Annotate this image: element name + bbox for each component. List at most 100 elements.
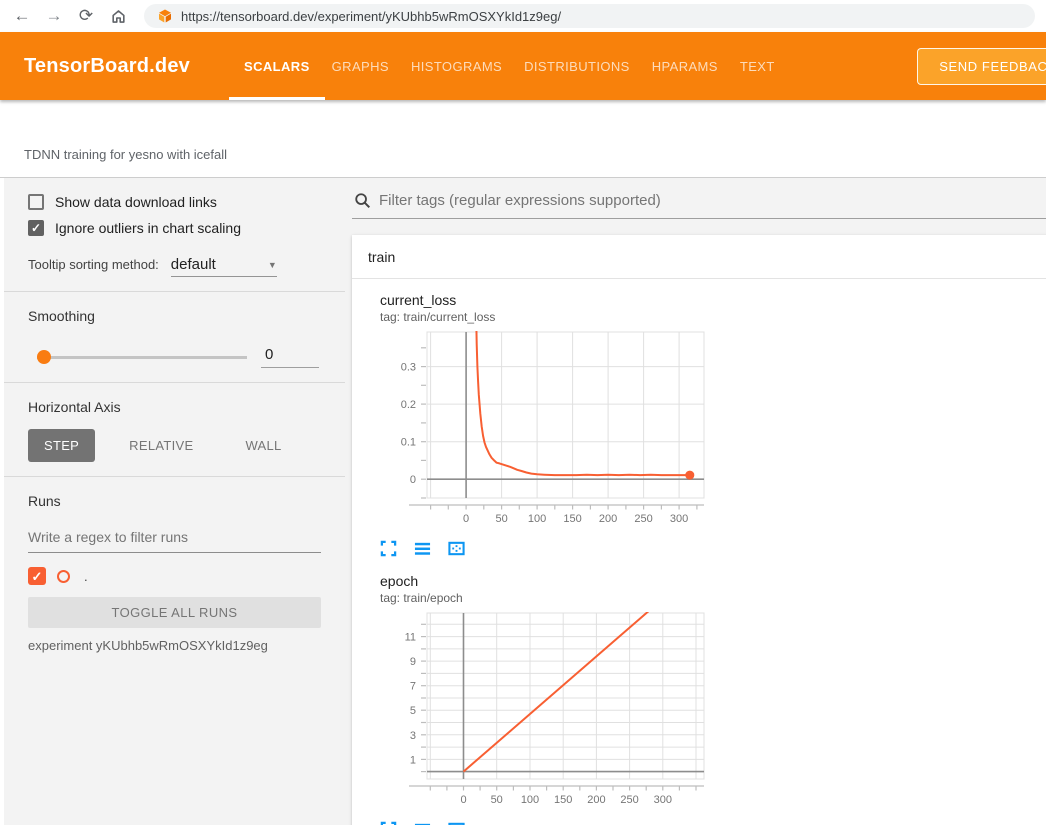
slider-thumb[interactable] <box>37 350 51 364</box>
run-name: . <box>84 569 88 584</box>
line-chart[interactable]: 0501001502002503001357911 <box>365 612 705 812</box>
tab-graphs[interactable]: GRAPHS <box>332 32 389 100</box>
log-scale-icon[interactable] <box>414 540 431 557</box>
expand-icon[interactable] <box>380 540 397 557</box>
tooltip-sorting-row: Tooltip sorting method: default ▼ <box>28 256 321 277</box>
address-bar[interactable]: https://tensorboard.dev/experiment/yKUbh… <box>144 4 1035 28</box>
reload-icon[interactable]: ⟳ <box>72 3 100 29</box>
svg-text:150: 150 <box>563 513 581 525</box>
axis-step-button[interactable]: STEP <box>28 429 95 462</box>
svg-text:100: 100 <box>521 794 539 806</box>
train-group-label: train <box>368 249 395 265</box>
svg-text:250: 250 <box>620 794 638 806</box>
charts-grid: current_loss tag: train/current_loss 0 50… <box>352 279 1046 825</box>
url-text: https://tensorboard.dev/experiment/yKUbh… <box>181 9 561 24</box>
svg-text:50: 50 <box>491 794 503 806</box>
svg-text:0: 0 <box>460 794 466 806</box>
svg-text:11: 11 <box>405 632 416 644</box>
svg-text:200: 200 <box>587 794 605 806</box>
tab-text[interactable]: TEXT <box>740 32 775 100</box>
show-download-links-label: Show data download links <box>55 194 217 210</box>
svg-text:3: 3 <box>410 730 416 742</box>
line-chart[interactable]: 0 50 100 150 200 250 300 0 0.1 0.2 0.3 <box>365 331 705 531</box>
svg-text:0.2: 0.2 <box>401 399 416 411</box>
tooltip-sorting-label: Tooltip sorting method: <box>28 257 159 272</box>
runs-section: Runs ✓ . TOGGLE ALL RUNS experiment yKUb… <box>4 477 345 667</box>
chart-actions <box>380 540 705 557</box>
smoothing-label: Smoothing <box>28 308 321 324</box>
horizontal-axis-section: Horizontal Axis STEP RELATIVE WALL <box>4 383 345 477</box>
train-group-header[interactable]: train <box>352 235 1046 279</box>
chart-title: epoch <box>380 573 705 589</box>
ignore-outliers-label: Ignore outliers in chart scaling <box>55 220 241 236</box>
svg-text:0: 0 <box>410 474 416 486</box>
content-area: Show data download links ✓ Ignore outlie… <box>0 178 1046 825</box>
fit-domain-icon[interactable] <box>448 540 465 557</box>
tooltip-sorting-value: default <box>171 256 216 273</box>
tag-filter-row <box>352 190 1046 219</box>
back-icon[interactable]: ← <box>8 3 36 29</box>
horizontal-axis-label: Horizontal Axis <box>28 399 321 415</box>
home-icon[interactable] <box>104 3 132 29</box>
slider-track <box>37 356 247 359</box>
tab-distributions[interactable]: DISTRIBUTIONS <box>524 32 630 100</box>
svg-text:0.3: 0.3 <box>401 362 416 374</box>
show-download-links-checkbox[interactable]: Show data download links <box>28 194 321 210</box>
checkbox-unchecked-icon <box>28 194 44 210</box>
search-icon <box>354 192 371 209</box>
svg-text:250: 250 <box>634 513 652 525</box>
smoothing-slider[interactable] <box>37 350 247 364</box>
scalars-main: train current_loss tag: train/current_lo… <box>345 178 1046 825</box>
tab-bar: SCALARS GRAPHS HISTOGRAMS DISTRIBUTIONS … <box>244 32 797 100</box>
svg-text:7: 7 <box>410 681 416 693</box>
run-list-item: ✓ . <box>28 567 321 585</box>
experiment-title: TDNN training for yesno with icefall <box>24 147 227 162</box>
toggle-all-runs-button[interactable]: TOGGLE ALL RUNS <box>28 597 321 628</box>
send-feedback-button[interactable]: SEND FEEDBACK <box>917 48 1046 85</box>
svg-text:300: 300 <box>654 794 672 806</box>
chart-card-current-loss: current_loss tag: train/current_loss 0 50… <box>365 292 705 559</box>
chart-tag: tag: train/epoch <box>380 591 705 605</box>
experiment-header: TDNN training for yesno with icefall <box>0 100 1046 178</box>
runs-label: Runs <box>28 493 321 509</box>
runs-filter-input[interactable] <box>28 523 321 553</box>
expand-icon[interactable] <box>380 821 397 825</box>
tab-histograms[interactable]: HISTOGRAMS <box>411 32 502 100</box>
tab-hparams[interactable]: HPARAMS <box>652 32 718 100</box>
svg-text:200: 200 <box>599 513 617 525</box>
horizontal-axis-buttons: STEP RELATIVE WALL <box>28 429 321 462</box>
smoothing-value-field[interactable]: 0 <box>261 346 319 368</box>
svg-text:0.1: 0.1 <box>401 437 416 449</box>
smoothing-slider-row: 0 <box>28 346 321 368</box>
tooltip-sorting-select[interactable]: default ▼ <box>171 256 277 277</box>
forward-icon[interactable]: → <box>40 3 68 29</box>
axis-wall-button[interactable]: WALL <box>229 429 297 462</box>
general-settings-section: Show data download links ✓ Ignore outlie… <box>4 178 345 292</box>
log-scale-icon[interactable] <box>414 821 431 825</box>
chevron-down-icon: ▼ <box>268 260 277 270</box>
axis-relative-button[interactable]: RELATIVE <box>113 429 209 462</box>
browser-toolbar: ← → ⟳ https://tensorboard.dev/experiment… <box>0 0 1046 32</box>
settings-sidebar: Show data download links ✓ Ignore outlie… <box>0 178 345 825</box>
run-checkbox[interactable]: ✓ <box>28 567 46 585</box>
app-logo[interactable]: TensorBoard.dev <box>24 55 190 78</box>
svg-text:100: 100 <box>528 513 546 525</box>
svg-text:300: 300 <box>670 513 688 525</box>
train-group-card: train current_loss tag: train/current_lo… <box>352 235 1046 825</box>
tensorboard-favicon <box>158 9 172 23</box>
chart-card-epoch: epoch tag: train/epoch 0 50 100 150 200 250 30… <box>365 573 705 825</box>
tensorboard-page: ← → ⟳ https://tensorboard.dev/experiment… <box>0 0 1046 825</box>
tab-scalars[interactable]: SCALARS <box>244 32 310 100</box>
fit-domain-icon[interactable] <box>448 821 465 825</box>
svg-text:150: 150 <box>554 794 572 806</box>
svg-text:0: 0 <box>463 513 469 525</box>
svg-text:50: 50 <box>495 513 507 525</box>
svg-text:9: 9 <box>410 656 416 668</box>
ignore-outliers-checkbox[interactable]: ✓ Ignore outliers in chart scaling <box>28 220 321 236</box>
chart-actions <box>380 821 705 825</box>
chart-tag: tag: train/current_loss <box>380 310 705 324</box>
tag-filter-input[interactable] <box>379 192 1046 209</box>
app-header: TensorBoard.dev SCALARS GRAPHS HISTOGRAM… <box>0 32 1046 100</box>
chart-title: current_loss <box>380 292 705 308</box>
experiment-id-label: experiment yKUbhb5wRmOSXYkId1z9eg <box>28 638 321 653</box>
